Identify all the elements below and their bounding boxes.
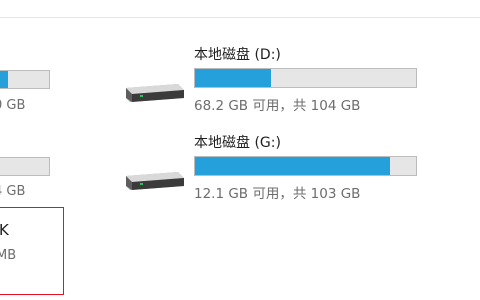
header-divider	[0, 17, 480, 18]
this-pc-drives-view: 0 GB 4 GB K MB 本地磁盘 (D:) 68.2 GB 可用，共 10…	[0, 0, 480, 300]
left-drive-usage-bar-2	[0, 157, 50, 176]
hard-drive-icon	[126, 84, 184, 102]
selected-drive-title: K	[0, 221, 9, 239]
drive-usage-fill-d	[195, 69, 272, 87]
drive-usage-bar-d	[194, 68, 417, 88]
drive-label-d: 本地磁盘 (D:)	[194, 47, 281, 63]
left-drive-space-text-1: 0 GB	[0, 98, 26, 113]
left-drive-space-text-2: 4 GB	[0, 184, 26, 199]
drive-tile-g[interactable]: 本地磁盘 (G:) 12.1 GB 可用，共 103 GB	[118, 130, 448, 210]
drive-usage-fill-g	[195, 157, 391, 175]
drive-tile-d[interactable]: 本地磁盘 (D:) 68.2 GB 可用，共 104 GB	[118, 42, 448, 122]
left-drive-usage-fill-1	[0, 71, 9, 88]
hard-drive-icon	[126, 172, 184, 190]
drive-usage-bar-g	[194, 156, 417, 176]
drive-label-g: 本地磁盘 (G:)	[194, 135, 281, 151]
drive-space-text-d: 68.2 GB 可用，共 104 GB	[194, 98, 361, 114]
left-drive-usage-bar-1	[0, 70, 50, 89]
drive-space-text-g: 12.1 GB 可用，共 103 GB	[194, 186, 361, 202]
selected-drive-subtitle: MB	[0, 248, 17, 263]
